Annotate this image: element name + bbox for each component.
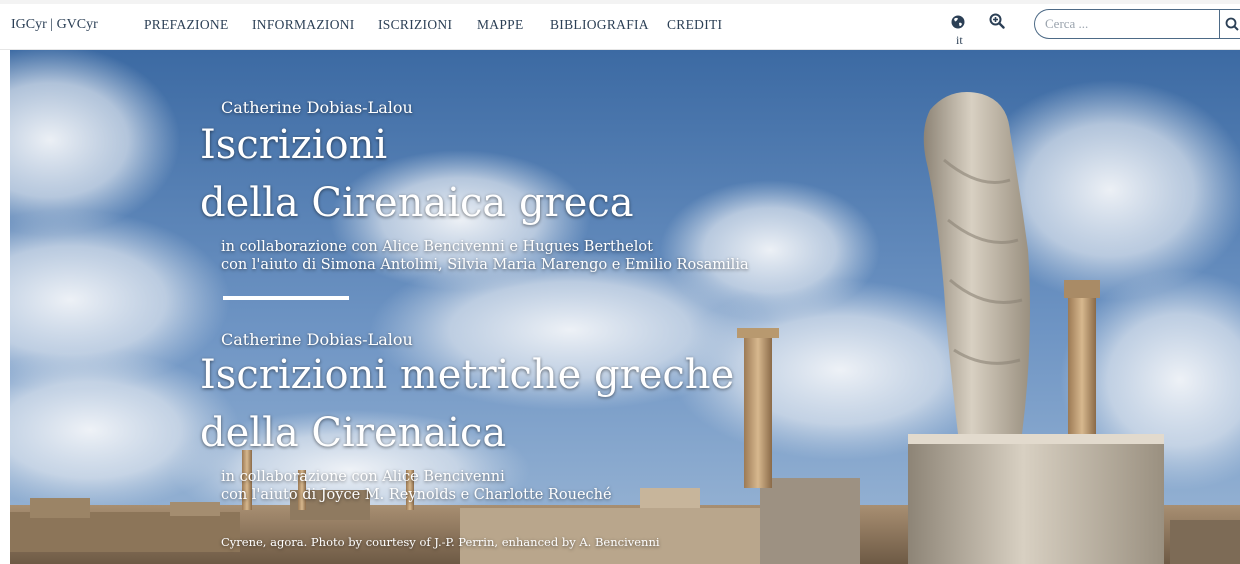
search-input[interactable] bbox=[1034, 9, 1220, 39]
block2-help: con l'aiuto di Joyce M. Reynolds e Charl… bbox=[221, 487, 612, 503]
hero-banner: Catherine Dobias-Lalou Iscrizioni della … bbox=[10, 50, 1240, 564]
hero-background-photo bbox=[10, 50, 1240, 564]
section-divider bbox=[223, 296, 349, 300]
nav-item-prefazione[interactable]: PREFAZIONE bbox=[144, 17, 229, 33]
nav-item-crediti[interactable]: CREDITI bbox=[667, 17, 722, 33]
block2-title-line1[interactable]: Iscrizioni metriche greche bbox=[200, 352, 734, 398]
block1-author: Catherine Dobias-Lalou bbox=[221, 98, 413, 117]
block2-title-line2[interactable]: della Cirenaica bbox=[200, 410, 506, 456]
navbar-top-strip bbox=[0, 0, 1240, 4]
block1-title-line1[interactable]: Iscrizioni bbox=[200, 122, 387, 168]
zoom-in-icon[interactable] bbox=[989, 13, 1005, 29]
block2-author: Catherine Dobias-Lalou bbox=[221, 330, 413, 349]
top-navbar: IGCyr | GVCyr PREFAZIONE INFORMAZIONI IS… bbox=[0, 0, 1240, 50]
brand-link[interactable]: IGCyr | GVCyr bbox=[11, 17, 98, 33]
photo-caption: Cyrene, agora. Photo by courtesy of J.-P… bbox=[221, 535, 660, 549]
globe-icon bbox=[951, 15, 965, 29]
block1-help: con l'aiuto di Simona Antolini, Silvia M… bbox=[221, 257, 749, 273]
search-button[interactable] bbox=[1219, 9, 1240, 39]
search-icon bbox=[1225, 17, 1239, 31]
block1-title-line2[interactable]: della Cirenaica greca bbox=[200, 180, 634, 226]
nav-item-mappe[interactable]: MAPPE bbox=[477, 17, 524, 33]
block2-collaboration: in collaborazione con Alice Bencivenni bbox=[221, 469, 505, 485]
nav-item-bibliografia[interactable]: BIBLIOGRAFIA bbox=[550, 17, 649, 33]
language-code: it bbox=[956, 33, 963, 47]
nav-item-informazioni[interactable]: INFORMAZIONI bbox=[252, 17, 355, 33]
block1-collaboration: in collaborazione con Alice Bencivenni e… bbox=[221, 239, 653, 255]
nav-item-iscrizioni[interactable]: ISCRIZIONI bbox=[378, 17, 452, 33]
language-switcher[interactable]: it bbox=[947, 12, 971, 48]
